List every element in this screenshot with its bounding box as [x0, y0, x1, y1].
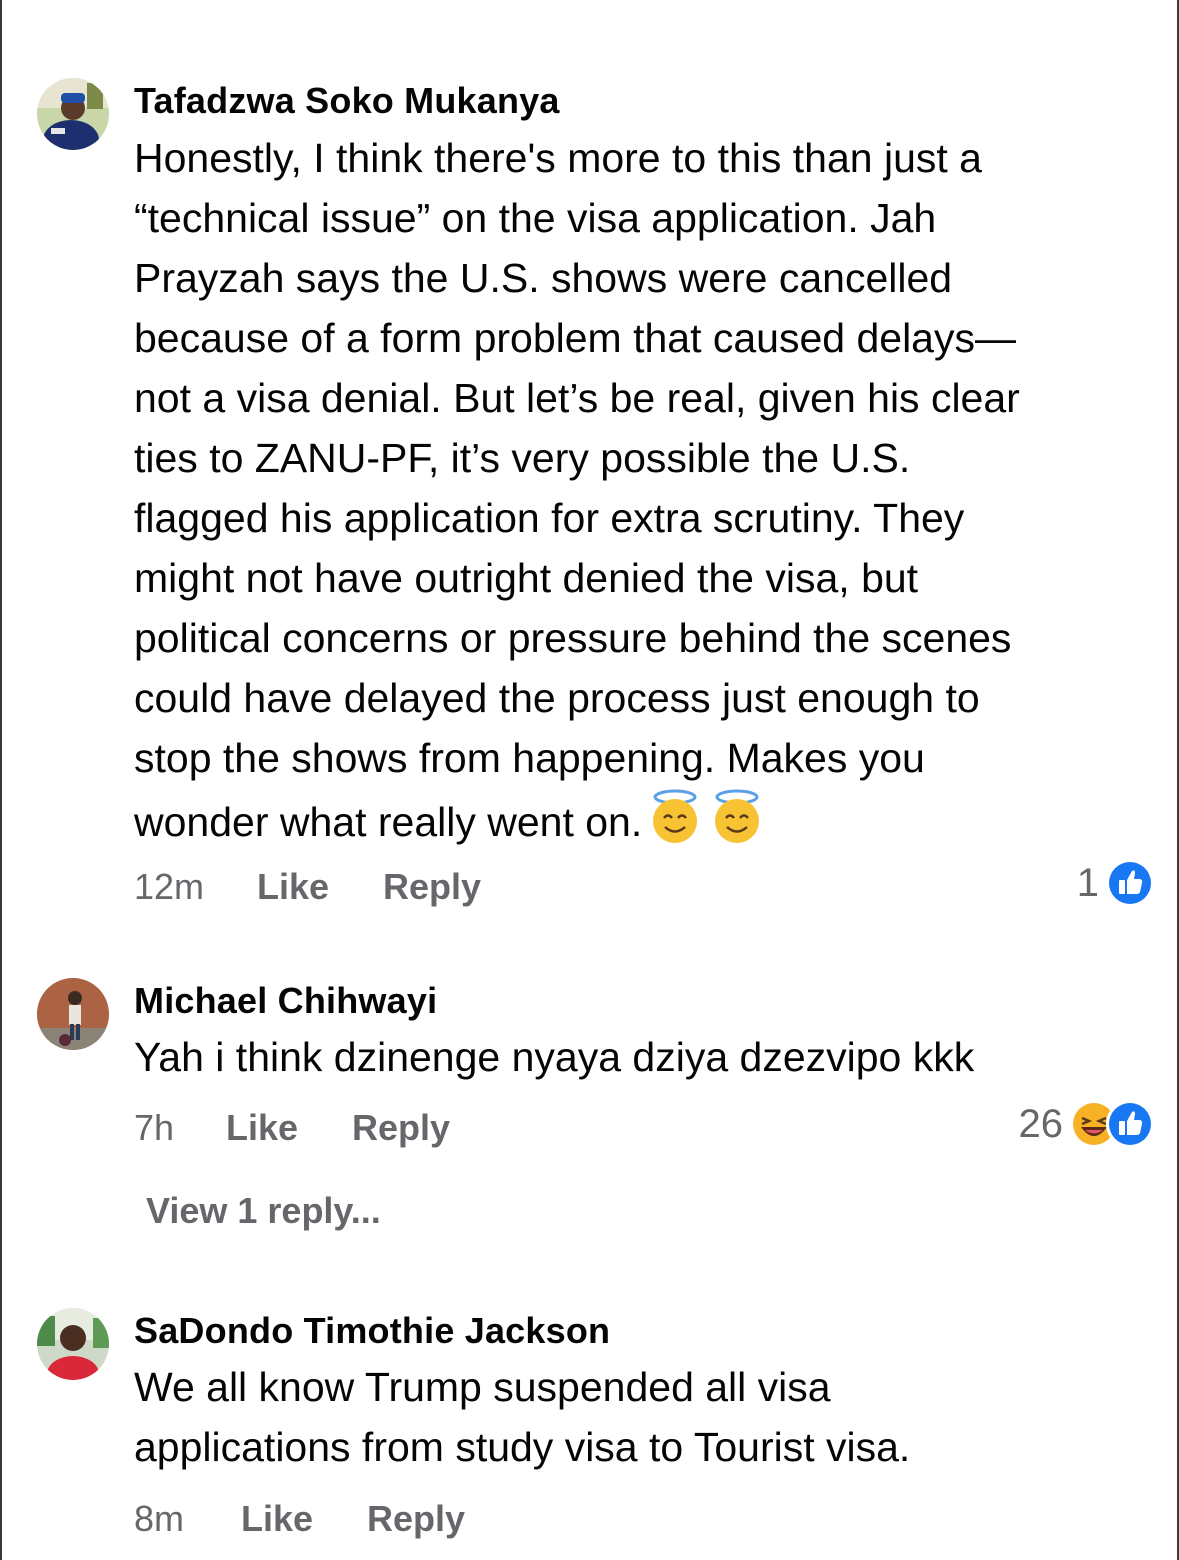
comment-author[interactable]: Michael Chihwayi [134, 980, 437, 1022]
comment-line-text: wonder what really went on. [134, 799, 643, 845]
comment-line: might not have outright denied the visa,… [134, 555, 919, 601]
comment-line: applications from study visa to Tourist … [134, 1424, 911, 1470]
like-button[interactable]: Like [226, 1107, 298, 1149]
frame-border-left [0, 0, 2, 1560]
comment-timestamp[interactable]: 7h [134, 1107, 174, 1149]
like-button[interactable]: Like [241, 1498, 313, 1540]
comment-line: because of a form problem that caused de… [134, 315, 1016, 361]
view-replies-link[interactable]: View 1 reply... [146, 1190, 381, 1232]
avatar[interactable] [37, 78, 109, 150]
comment-line: Yah i think dzinenge nyaya dziya dzezvip… [134, 1034, 975, 1080]
comment-line: not a visa denial. But let’s be real, gi… [134, 375, 1020, 421]
like-button[interactable]: Like [257, 866, 329, 908]
like-reaction-icon [1106, 859, 1154, 907]
reaction-count: 1 [1076, 860, 1099, 905]
comment-line: Honestly, I think there's more to this t… [134, 135, 982, 181]
reaction-count: 26 [1018, 1101, 1064, 1146]
comment-line: ties to ZANU-PF, it’s very possible the … [134, 435, 911, 481]
reaction-summary[interactable]: 1 [1077, 856, 1155, 910]
comment-line: Prayzah says the U.S. shows were cancell… [134, 255, 953, 301]
smiling-face-with-halo-icon [653, 789, 698, 843]
comment-timestamp[interactable]: 12m [134, 866, 204, 908]
avatar[interactable] [37, 1308, 109, 1380]
comment-line: political concerns or pressure behind th… [134, 615, 1012, 661]
reply-button[interactable]: Reply [352, 1107, 450, 1149]
reply-button[interactable]: Reply [367, 1498, 465, 1540]
avatar[interactable] [37, 978, 109, 1050]
smiling-face-with-halo-icon [715, 789, 760, 843]
reaction-icons [1105, 858, 1155, 908]
comment-line: We all know Trump suspended all visa [134, 1364, 831, 1410]
comment-line: flagged his application for extra scruti… [134, 495, 965, 541]
reaction-icons [1069, 1099, 1155, 1149]
reaction-summary[interactable]: 26 [1019, 1097, 1156, 1151]
comment-line: could have delayed the process just enou… [134, 675, 980, 721]
reply-button[interactable]: Reply [383, 866, 481, 908]
comment-line: stop the shows from happening. Makes you [134, 735, 925, 781]
comment-author[interactable]: SaDondo Timothie Jackson [134, 1310, 610, 1352]
comment-author[interactable]: Tafadzwa Soko Mukanya [134, 80, 560, 122]
comment-line: wonder what really went on. [134, 788, 1144, 852]
comment-line: “technical issue” on the visa applicatio… [134, 195, 937, 241]
comment-body: Honestly, I think there's more to this t… [134, 128, 1144, 852]
like-reaction-icon [1106, 1100, 1154, 1148]
comment-body: We all know Trump suspended all visa app… [134, 1357, 1144, 1477]
comment-body: Yah i think dzinenge nyaya dziya dzezvip… [134, 1027, 1144, 1087]
comment-timestamp[interactable]: 8m [134, 1498, 184, 1540]
